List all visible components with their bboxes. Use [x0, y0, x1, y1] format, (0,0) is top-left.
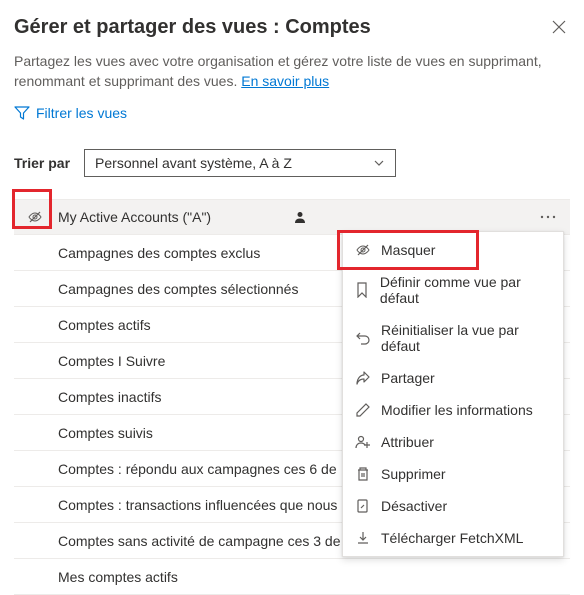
- filter-icon: [14, 105, 30, 121]
- sort-label: Trier par: [14, 155, 70, 171]
- share-icon: [355, 370, 371, 386]
- menu-download-xml[interactable]: Télécharger FetchXML: [343, 522, 563, 554]
- hide-icon: [355, 242, 371, 258]
- trash-icon: [355, 466, 371, 482]
- list-item-label: Mes comptes actifs: [56, 569, 560, 585]
- menu-label: Télécharger FetchXML: [381, 530, 523, 546]
- person-icon: [293, 210, 307, 224]
- menu-label: Désactiver: [381, 498, 447, 514]
- menu-label: Supprimer: [381, 466, 446, 482]
- assign-icon: [355, 434, 371, 450]
- learn-more-link[interactable]: En savoir plus: [241, 73, 329, 89]
- menu-hide[interactable]: Masquer: [343, 234, 563, 266]
- menu-edit-info[interactable]: Modifier les informations: [343, 394, 563, 426]
- subtitle-text: Partagez les vues avec votre organisatio…: [14, 51, 570, 91]
- menu-label: Modifier les informations: [381, 402, 533, 418]
- list-item-label: My Active Accounts ("A"): [56, 209, 287, 225]
- close-button[interactable]: [548, 16, 570, 38]
- menu-label: Attribuer: [381, 434, 434, 450]
- sort-value: Personnel avant système, A à Z: [95, 155, 292, 171]
- menu-delete[interactable]: Supprimer: [343, 458, 563, 490]
- filter-label: Filtrer les vues: [36, 105, 127, 121]
- more-icon: [540, 215, 556, 219]
- menu-share[interactable]: Partager: [343, 362, 563, 394]
- filter-views-button[interactable]: Filtrer les vues: [14, 105, 570, 121]
- menu-reset-default[interactable]: Réinitialiser la vue par défaut: [343, 314, 563, 362]
- chevron-down-icon: [373, 157, 385, 169]
- menu-label: Partager: [381, 370, 435, 386]
- more-button[interactable]: [536, 199, 560, 235]
- bookmark-icon: [355, 282, 369, 298]
- hide-icon: [27, 209, 43, 225]
- list-item[interactable]: Mes comptes actifs: [14, 559, 570, 595]
- close-icon: [552, 20, 566, 34]
- page-title: Gérer et partager des vues : Comptes: [14, 16, 371, 39]
- menu-deactivate[interactable]: Désactiver: [343, 490, 563, 522]
- menu-label: Masquer: [381, 242, 435, 258]
- menu-label: Réinitialiser la vue par défaut: [381, 322, 551, 354]
- menu-set-default[interactable]: Définir comme vue par défaut: [343, 266, 563, 314]
- menu-label: Définir comme vue par défaut: [380, 274, 551, 306]
- menu-assign[interactable]: Attribuer: [343, 426, 563, 458]
- deactivate-icon: [355, 498, 371, 514]
- context-menu: Masquer Définir comme vue par défaut Réi…: [342, 231, 564, 557]
- list-item[interactable]: My Active Accounts ("A"): [14, 199, 570, 235]
- sort-select[interactable]: Personnel avant système, A à Z: [84, 149, 396, 177]
- undo-icon: [355, 330, 371, 346]
- edit-icon: [355, 402, 371, 418]
- download-icon: [355, 530, 371, 546]
- views-list: My Active Accounts ("A") Campagnes des c…: [14, 199, 570, 595]
